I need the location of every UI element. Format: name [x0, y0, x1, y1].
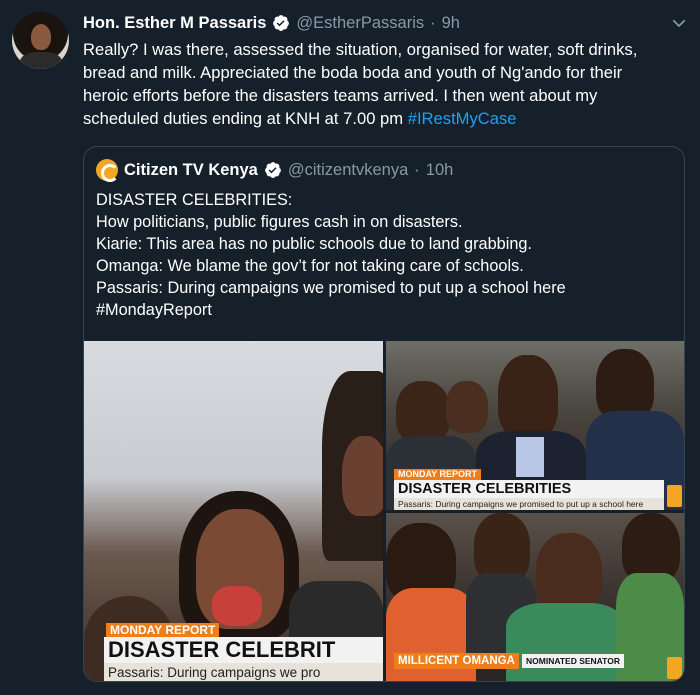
tweet[interactable]: Hon. Esther M Passaris @EstherPassaris ·… [0, 0, 700, 695]
lower-third-name: MILLICENT OMANGA [394, 653, 519, 669]
tweet-text: Really? I was there, assessed the situat… [83, 38, 683, 130]
person-figure [212, 586, 262, 626]
media-image-bottom-right[interactable]: MILLICENT OMANGA NOMINATED SENATOR [386, 513, 684, 681]
citizen-tv-logo-icon [667, 485, 682, 507]
broadcast-subtitle: Passaris: During campaigns we pro [104, 663, 383, 681]
verified-badge-icon [264, 162, 281, 178]
quoted-tweet-header: Citizen TV Kenya @citizentvkenya · 10h [96, 157, 453, 183]
author-name[interactable]: Hon. Esther M Passaris [83, 14, 266, 33]
avatar-face [31, 24, 51, 50]
media-image-left[interactable]: MONDAY REPORT DISASTER CELEBRIT Passaris… [84, 341, 383, 681]
quoted-hashtag[interactable]: #MondayReport [96, 299, 676, 321]
author-avatar[interactable] [12, 12, 69, 69]
tweet-header: Hon. Esther M Passaris @EstherPassaris ·… [83, 11, 460, 35]
broadcast-subtitle: Passaris: During campaigns we promised t… [394, 498, 664, 510]
tweet-text-line: bread and milk. Appreciated the boda bod… [83, 63, 623, 82]
citizen-tv-logo-icon[interactable] [96, 159, 119, 182]
quoted-text-line: Passaris: During campaigns we promised t… [96, 279, 566, 297]
person-figure [506, 603, 626, 681]
chevron-down-icon[interactable] [670, 14, 688, 32]
author-handle[interactable]: @EstherPassaris [296, 14, 424, 33]
media-image-top-right[interactable]: MONDAY REPORT DISASTER CELEBRITIES Passa… [386, 341, 684, 510]
quoted-text-line: DISASTER CELEBRITIES: [96, 191, 293, 209]
quoted-author-handle[interactable]: @citizentvkenya [288, 161, 408, 180]
media-grid: MONDAY REPORT DISASTER CELEBRIT Passaris… [84, 341, 684, 681]
quoted-tweet-text: DISASTER CELEBRITIES: How politicians, p… [96, 189, 676, 321]
separator-dot: · [430, 13, 436, 32]
broadcast-tag: MONDAY REPORT [394, 469, 482, 480]
tweet-timestamp[interactable]: 9h [442, 14, 460, 33]
person-figure [342, 436, 383, 516]
tweet-text-line: Really? I was there, assessed the situat… [83, 40, 638, 59]
tweet-text-line: scheduled duties ending at KNH at 7.00 p… [83, 107, 683, 130]
citizen-tv-logo-icon [667, 657, 682, 679]
person-figure [446, 381, 488, 433]
avatar-body [20, 52, 62, 69]
verified-badge-icon [273, 15, 290, 31]
broadcast-headline: DISASTER CELEBRITIES [394, 480, 664, 498]
quoted-tweet-timestamp[interactable]: 10h [426, 161, 454, 180]
hashtag-link[interactable]: #IRestMyCase [408, 109, 517, 128]
tweet-text-line-part: scheduled duties ending at KNH at 7.00 p… [83, 109, 408, 128]
lower-third-role: NOMINATED SENATOR [522, 654, 624, 668]
person-figure [396, 381, 450, 443]
broadcast-tag: MONDAY REPORT [106, 623, 220, 638]
quoted-text-line: Kiarie: This area has no public schools … [96, 235, 532, 253]
quoted-text-line: Omanga: We blame the gov’t for not takin… [96, 257, 524, 275]
quoted-author-name[interactable]: Citizen TV Kenya [124, 161, 258, 180]
quoted-text-line: How politicians, public figures cash in … [96, 213, 463, 231]
broadcast-headline: DISASTER CELEBRIT [104, 637, 383, 663]
person-figure [516, 437, 544, 477]
person-figure [498, 355, 558, 439]
separator-dot: · [414, 160, 420, 179]
quoted-tweet[interactable]: Citizen TV Kenya @citizentvkenya · 10h D… [83, 146, 685, 682]
person-figure [536, 533, 602, 613]
tweet-text-line: heroic efforts before the disasters team… [83, 86, 598, 105]
